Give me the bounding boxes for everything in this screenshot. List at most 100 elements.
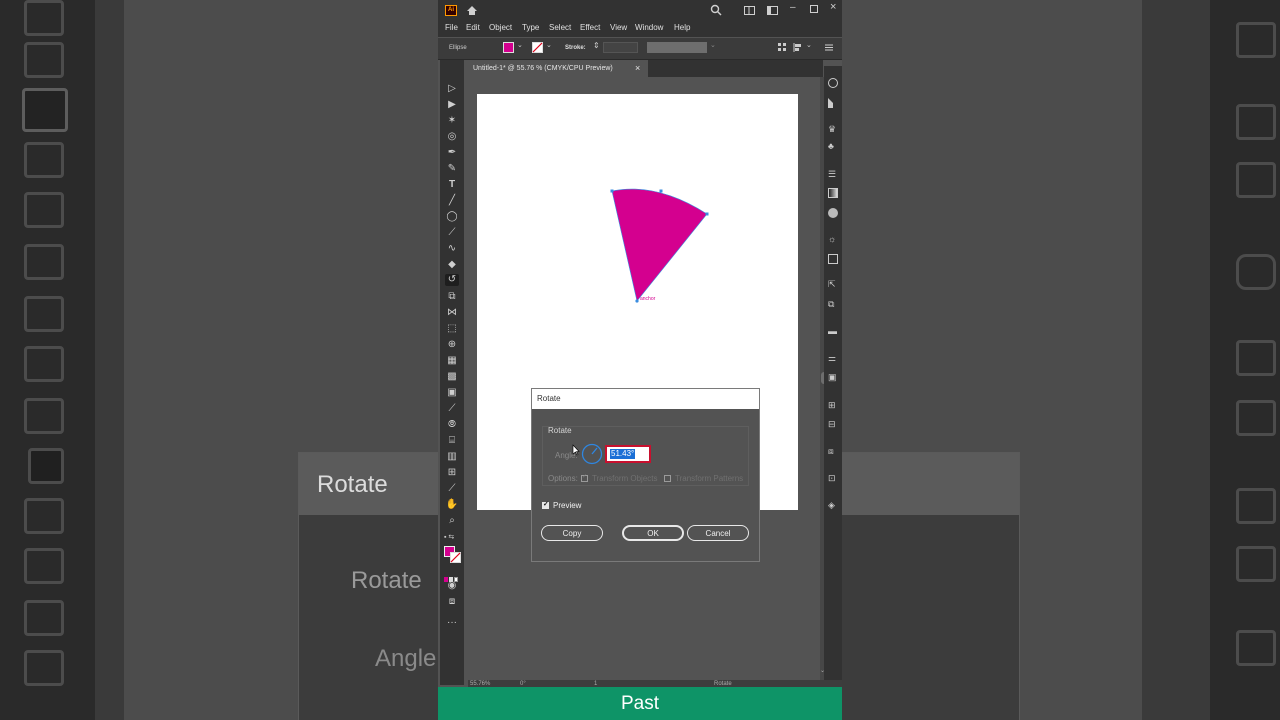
shaper-tool-icon[interactable]: ∿ — [445, 243, 459, 255]
transform-patterns-checkbox[interactable] — [664, 475, 671, 482]
graphic-styles-icon[interactable] — [828, 254, 838, 264]
ellipse-tool-icon[interactable]: ◯ — [445, 211, 459, 223]
lasso-tool-icon[interactable]: ◎ — [445, 131, 459, 143]
line-tool-icon[interactable]: ╱ — [445, 195, 459, 207]
type-tool-icon[interactable]: T — [445, 179, 459, 191]
asset-export-icon[interactable]: ⊡ — [828, 473, 838, 483]
libraries-icon[interactable]: ▣ — [828, 372, 838, 382]
shape-builder-tool-icon[interactable]: ⊕ — [445, 339, 459, 351]
export-icon[interactable]: ⇱ — [828, 279, 838, 289]
fill-swatch[interactable] — [503, 42, 514, 53]
transform-objects-checkbox[interactable]: ✓ — [581, 474, 588, 482]
curvature-tool-icon[interactable]: ✎ — [445, 163, 459, 175]
anchor-point[interactable] — [705, 212, 709, 216]
scale-tool-icon[interactable]: ⧉ — [445, 291, 459, 303]
preview-checkbox[interactable]: ✓ — [542, 501, 549, 509]
align-panel-icon[interactable]: ⊟ — [828, 419, 838, 429]
menu-type[interactable]: Type — [522, 23, 539, 32]
blend-tool-icon[interactable]: ⦾ — [445, 419, 459, 431]
gradient-tool-icon[interactable]: ▣ — [445, 387, 459, 399]
home-icon[interactable] — [466, 5, 478, 16]
arrange-documents-icon[interactable] — [744, 6, 755, 15]
align-icon[interactable] — [778, 43, 787, 52]
profile-chevron-icon[interactable]: ⌄ — [710, 41, 716, 49]
rotate-tool-icon[interactable]: ↺ — [445, 274, 459, 286]
preview-label[interactable]: Preview — [553, 501, 581, 510]
fill-dropdown-chevron-icon[interactable]: ⌄ — [517, 41, 523, 49]
mesh-tool-icon[interactable]: ▩ — [445, 371, 459, 383]
width-tool-icon[interactable]: ⋈ — [445, 307, 459, 319]
angle-dial-icon[interactable] — [581, 443, 603, 465]
menu-edit[interactable]: Edit — [466, 23, 480, 32]
ok-button[interactable]: OK — [622, 525, 684, 541]
symbols-icon[interactable]: ♣ — [828, 141, 838, 151]
eyedropper-tool-icon[interactable]: ⟋ — [445, 403, 459, 415]
stroke-weight-stepper[interactable]: ⇕ — [593, 41, 600, 50]
maximize-button[interactable] — [810, 5, 818, 13]
control-menu-icon[interactable] — [825, 44, 833, 51]
comments-icon[interactable]: ▬ — [828, 326, 838, 336]
column-graph-tool-icon[interactable]: ▥ — [445, 451, 459, 463]
eraser-tool-icon[interactable]: ◆ — [445, 259, 459, 271]
properties-icon[interactable]: ⚌ — [828, 353, 838, 363]
edit-toolbar-icon[interactable]: ··· — [445, 617, 459, 629]
free-transform-tool-icon[interactable]: ⬚ — [445, 323, 459, 335]
document-tab[interactable]: Untitled-1* @ 55.76 % (CMYK/CPU Preview)… — [468, 60, 648, 77]
copy-button[interactable]: Copy — [541, 525, 603, 541]
paintbrush-tool-icon[interactable]: ⟋ — [445, 227, 459, 239]
color-panel-icon[interactable] — [828, 78, 838, 88]
transform-chevron-icon[interactable]: ⌄ — [806, 41, 812, 49]
layers-icon[interactable]: ◈ — [828, 500, 838, 510]
search-icon[interactable] — [710, 4, 722, 16]
close-document-icon[interactable]: × — [635, 60, 640, 77]
stroke-dropdown-chevron-icon[interactable]: ⌄ — [546, 41, 552, 49]
variable-width-profile-dropdown[interactable] — [647, 42, 707, 53]
brushes-icon[interactable]: ♛ — [828, 124, 838, 134]
slice-tool-icon[interactable]: ⟋ — [445, 483, 459, 495]
workspace-switcher-icon[interactable] — [767, 6, 778, 15]
cancel-button[interactable]: Cancel — [687, 525, 749, 541]
transform-panel-icon[interactable]: ⊞ — [828, 400, 838, 410]
artboard-tool-icon[interactable]: ⊞ — [445, 467, 459, 479]
pathfinder-icon[interactable]: ⧈ — [828, 446, 838, 456]
default-colors-swap-icon[interactable]: ▪ ⇆ — [444, 533, 460, 541]
color-guide-icon[interactable] — [828, 98, 838, 108]
perspective-grid-tool-icon[interactable]: ▦ — [445, 355, 459, 367]
anchor-point[interactable] — [635, 299, 639, 303]
dialog-title-bar[interactable]: Rotate — [532, 389, 759, 409]
stroke-swatch[interactable] — [532, 42, 543, 53]
menu-effect[interactable]: Effect — [580, 23, 600, 32]
draw-mode-icon[interactable]: ◉ — [445, 580, 459, 592]
anchor-point[interactable] — [659, 189, 663, 193]
close-window-button[interactable]: × — [830, 1, 836, 13]
transparency-icon[interactable] — [828, 208, 838, 218]
menu-select[interactable]: Select — [549, 23, 571, 32]
symbol-sprayer-tool-icon[interactable]: ⌸ — [445, 435, 459, 447]
color-mode-buttons[interactable] — [444, 569, 460, 582]
stroke-weight-field[interactable] — [603, 42, 638, 53]
transform-icon[interactable] — [793, 43, 803, 52]
menu-help[interactable]: Help — [674, 23, 690, 32]
magic-wand-tool-icon[interactable]: ✶ — [445, 115, 459, 127]
menu-window[interactable]: Window — [635, 23, 663, 32]
menu-file[interactable]: File — [445, 23, 458, 32]
direct-selection-tool-icon[interactable]: ▶ — [445, 99, 459, 111]
menu-bar: File Edit Object Type Select Effect View… — [438, 20, 842, 37]
gradient-panel-icon[interactable] — [828, 188, 838, 198]
hand-tool-icon[interactable]: ✋ — [445, 499, 459, 511]
menu-view[interactable]: View — [610, 23, 627, 32]
pen-tool-icon[interactable]: ✒ — [445, 147, 459, 159]
minimize-button[interactable]: – — [790, 2, 796, 13]
selection-tool-icon[interactable]: ▷ — [445, 83, 459, 95]
zoom-tool-icon[interactable]: ⌕ — [445, 515, 459, 527]
bg-properties-icon — [1236, 340, 1276, 376]
stroke-color-box[interactable] — [450, 552, 461, 563]
anchor-point[interactable] — [610, 189, 614, 193]
artboards-panel-icon[interactable]: ⧉ — [828, 299, 838, 309]
angle-input[interactable]: 51.43° — [605, 445, 651, 463]
menu-object[interactable]: Object — [489, 23, 512, 32]
appearance-icon[interactable]: ☼ — [828, 234, 838, 244]
bg-mesh-icon — [24, 398, 64, 434]
stroke-panel-icon[interactable]: ☰ — [828, 169, 838, 179]
screen-mode-icon[interactable]: ⧈ — [445, 596, 459, 608]
